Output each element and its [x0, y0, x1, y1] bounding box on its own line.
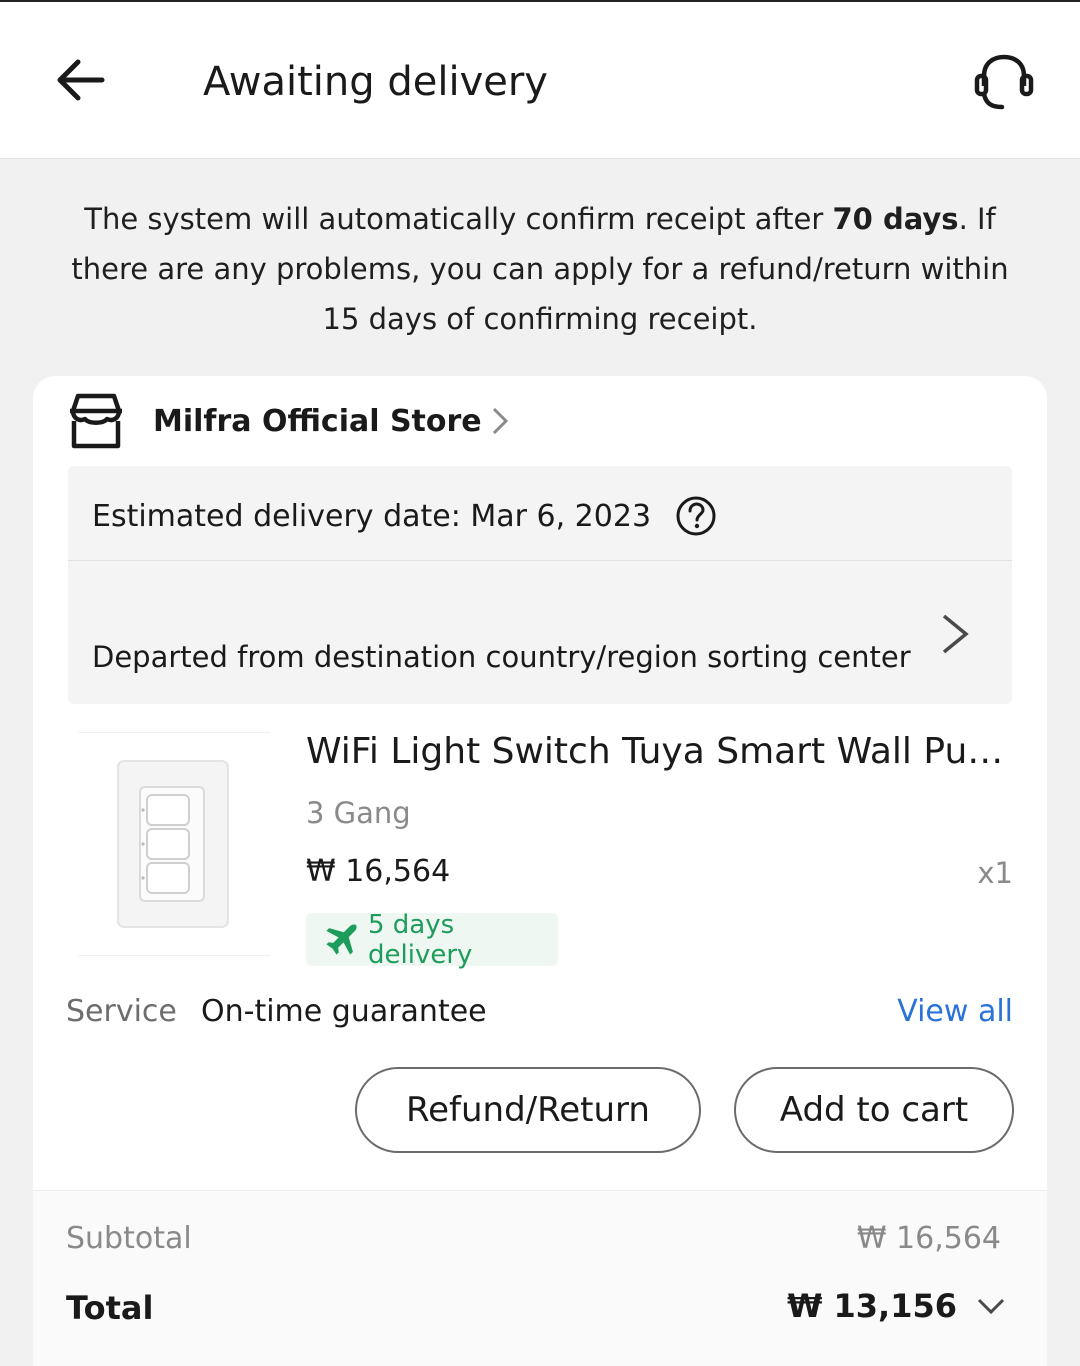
divider	[68, 560, 1012, 561]
order-summary: Subtotal ₩ 16,564 Total ₩ 13,156	[33, 1191, 1047, 1366]
delivery-info-box: Estimated delivery date: Mar 6, 2023 Dep…	[68, 466, 1012, 704]
total-expand-toggle[interactable]: ₩ 13,156	[787, 1287, 1007, 1325]
subtotal-label: Subtotal	[66, 1221, 192, 1256]
top-app-bar: Awaiting delivery	[0, 2, 1080, 159]
service-value: On-time guarantee	[201, 994, 487, 1029]
store-name: Milfra Official Store	[153, 403, 482, 439]
estimated-delivery-text: Estimated delivery date: Mar 6, 2023	[92, 498, 652, 534]
product-image[interactable]	[78, 732, 270, 956]
add-to-cart-button[interactable]: Add to cart	[734, 1067, 1014, 1153]
arrow-left-icon	[57, 59, 105, 101]
auto-confirm-notice: The system will automatically confirm re…	[60, 194, 1020, 344]
store-icon	[65, 390, 127, 452]
product-price: ₩ 16,564	[306, 854, 451, 889]
view-all-link[interactable]: View all	[897, 994, 1013, 1029]
headset-icon	[974, 54, 1034, 110]
refund-return-button[interactable]: Refund/Return	[355, 1067, 701, 1153]
delivery-badge: 5 days delivery	[306, 910, 558, 970]
product-variant: 3 Gang	[306, 796, 411, 830]
notice-days: 70 days	[832, 202, 959, 236]
tracking-status-text: Departed from destination country/region…	[92, 640, 911, 674]
chevron-right-icon	[490, 405, 510, 437]
service-label: Service	[66, 994, 177, 1029]
order-card: Milfra Official Store Estimated delivery…	[33, 376, 1047, 1366]
subtotal-value: ₩ 16,564	[856, 1221, 1001, 1256]
store-link[interactable]: Milfra Official Store	[65, 390, 510, 452]
page-title: Awaiting delivery	[203, 59, 548, 105]
chevron-down-icon	[975, 1290, 1007, 1322]
total-label: Total	[66, 1289, 154, 1327]
back-button[interactable]	[48, 48, 112, 112]
notice-text-start: The system will automatically confirm re…	[84, 202, 833, 236]
customer-support-button[interactable]	[966, 46, 1042, 118]
delivery-badge-text: 5 days delivery	[368, 909, 473, 970]
estimated-delivery-row: Estimated delivery date: Mar 6, 2023	[92, 488, 717, 544]
plane-icon	[322, 921, 360, 959]
product-quantity: x1	[977, 856, 1013, 890]
tracking-status-row[interactable]: Departed from destination country/region…	[68, 562, 1012, 704]
total-value: ₩ 13,156	[787, 1287, 957, 1325]
question-circle-icon[interactable]	[675, 495, 717, 537]
product-title[interactable]: WiFi Light Switch Tuya Smart Wall Push B…	[306, 726, 1012, 778]
chevron-right-icon	[942, 614, 969, 654]
